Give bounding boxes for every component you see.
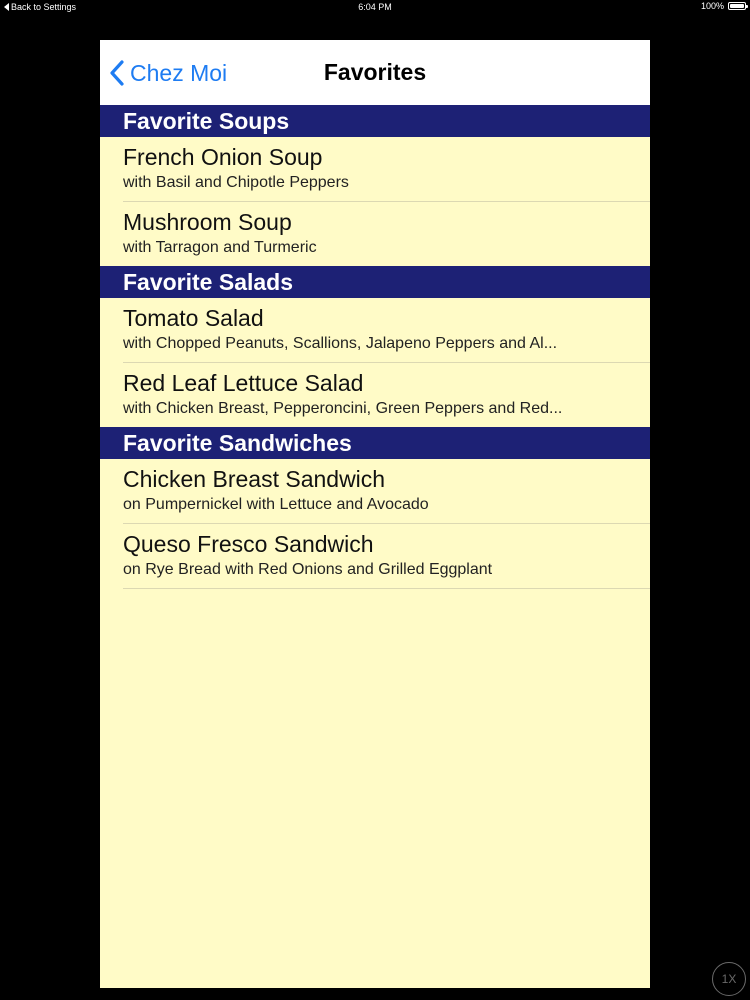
battery-status: 100% [700,1,748,11]
item-subtitle: on Pumpernickel with Lettuce and Avocado [123,496,429,513]
page-title: Favorites [323,59,427,85]
item-title: Chicken Breast Sandwich [123,466,386,492]
list-item[interactable]: Red Leaf Lettuce Salad with Chicken Brea… [100,363,650,428]
zoom-toggle-button[interactable]: 1X [712,962,746,996]
item-title: Tomato Salad [123,305,264,331]
item-subtitle: with Chicken Breast, Pepperoncini, Green… [123,400,563,417]
list-item[interactable]: Tomato Salad with Chopped Peanuts, Scall… [100,298,650,363]
battery-icon [728,2,748,10]
item-subtitle: with Chopped Peanuts, Scallions, Jalapen… [123,335,558,352]
item-title: Queso Fresco Sandwich [123,531,374,557]
row-divider [123,588,650,589]
item-title: Mushroom Soup [123,209,292,235]
section-header-salads: Favorite Salads [100,266,650,298]
status-time: 6:04 PM [358,2,392,12]
item-subtitle: with Basil and Chipotle Peppers [123,174,349,191]
section-header-soups: Favorite Soups [100,105,650,137]
list-item[interactable]: Chicken Breast Sandwich on Pumpernickel … [100,459,650,524]
app-window: Chez Moi Favorites Favorite Soups French… [100,40,650,988]
navigation-bar: Chez Moi Favorites [100,40,650,105]
item-subtitle: with Tarragon and Turmeric [123,239,317,256]
status-bar: Back to Settings 6:04 PM 100% [0,0,750,16]
item-title: French Onion Soup [123,144,323,170]
item-title: Red Leaf Lettuce Salad [123,370,364,396]
section-header-sandwiches: Favorite Sandwiches [100,427,650,459]
item-subtitle: on Rye Bread with Red Onions and Grilled… [123,561,493,578]
list-item[interactable]: Mushroom Soup with Tarragon and Turmeric [100,202,650,267]
list-item[interactable]: Queso Fresco Sandwich on Rye Bread with … [100,524,650,589]
list-item[interactable]: French Onion Soup with Basil and Chipotl… [100,137,650,202]
battery-percent: 100% [700,1,724,11]
